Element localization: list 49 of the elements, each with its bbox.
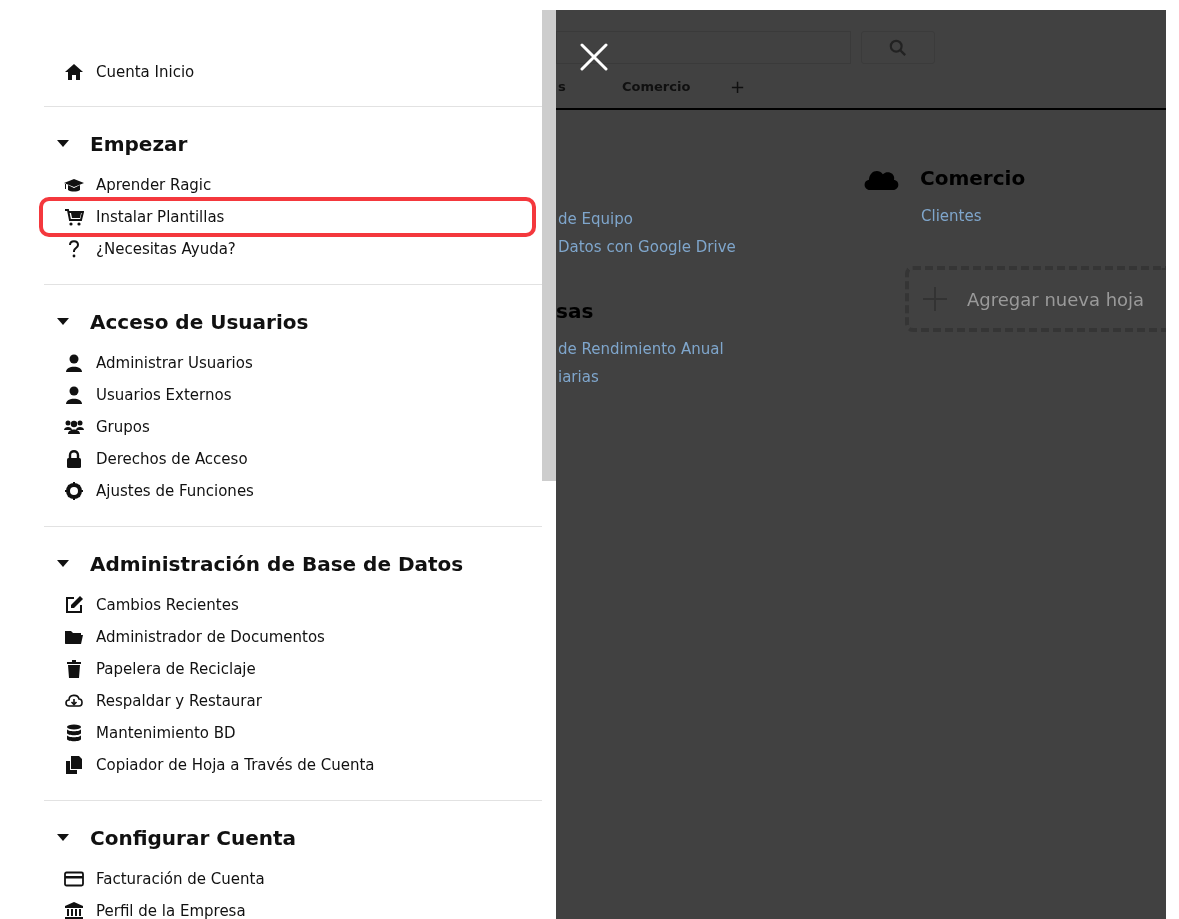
menu-item[interactable]: Administrador de Documentos	[96, 628, 325, 646]
cart-icon	[64, 207, 84, 227]
section-heading[interactable]: Administración de Base de Datos	[90, 552, 464, 576]
database-icon	[64, 723, 84, 743]
menu-item[interactable]: Facturación de Cuenta	[96, 870, 265, 888]
caret-icon[interactable]	[57, 318, 69, 326]
section-heading[interactable]: Acceso de Usuarios	[90, 310, 309, 334]
search-icon	[889, 38, 907, 57]
section-heading[interactable]: Configurar Cuenta	[90, 826, 296, 850]
user-icon	[64, 353, 84, 373]
menu-item[interactable]: Perfil de la Empresa	[96, 902, 246, 919]
menu-item[interactable]: Copiador de Hoja a Través de Cuenta	[96, 756, 375, 774]
menu-item[interactable]: Cuenta Inicio	[96, 63, 195, 81]
caret-icon[interactable]	[57, 560, 69, 568]
menu-item[interactable]: Grupos	[96, 418, 150, 436]
copy-icon	[64, 755, 84, 775]
gear-icon	[64, 481, 84, 501]
sheet-link[interactable]: Datos con Google Drive	[558, 233, 736, 261]
caret-icon[interactable]	[57, 834, 69, 842]
home-icon	[64, 62, 84, 82]
trash-icon	[64, 659, 84, 679]
menu-item[interactable]: Cambios Recientes	[96, 596, 239, 614]
edit-icon	[64, 595, 84, 615]
menu-item[interactable]: Respaldar y Restaurar	[96, 692, 262, 710]
menu-item[interactable]: Mantenimiento BD	[96, 724, 236, 742]
close-icon[interactable]	[580, 43, 608, 71]
caret-icon[interactable]	[57, 140, 69, 148]
lock-icon	[64, 449, 84, 469]
credit-card-icon	[64, 869, 84, 889]
user-icon	[64, 385, 84, 405]
section-heading[interactable]: Empezar	[90, 132, 188, 156]
menu-item[interactable]: Usuarios Externos	[96, 386, 232, 404]
add-sheet-button[interactable]: Agregar nueva hoja	[905, 266, 1166, 332]
search-field[interactable]	[556, 31, 851, 64]
scrollbar-thumb[interactable]	[542, 10, 556, 481]
menu-item[interactable]: Administrar Usuarios	[96, 354, 253, 372]
menu-item[interactable]: ¿Necesitas Ayuda?	[96, 240, 236, 258]
menu-item[interactable]: Instalar Plantillas	[96, 208, 225, 226]
menu-item[interactable]: Derechos de Acceso	[96, 450, 248, 468]
menu-item[interactable]: Ajustes de Funciones	[96, 482, 254, 500]
sheet-link[interactable]: Clientes	[921, 202, 982, 230]
sheet-link[interactable]: iarias	[558, 363, 599, 391]
bank-icon	[64, 901, 84, 919]
group-heading: sas	[556, 299, 594, 323]
sheet-link[interactable]: de Rendimiento Anual	[558, 335, 724, 363]
sheet-link[interactable]: de Equipo	[558, 205, 633, 233]
group-heading: Comercio	[920, 166, 1026, 190]
menu-item[interactable]: Papelera de Reciclaje	[96, 660, 256, 678]
menu-item[interactable]: Aprender Ragic	[96, 176, 212, 194]
